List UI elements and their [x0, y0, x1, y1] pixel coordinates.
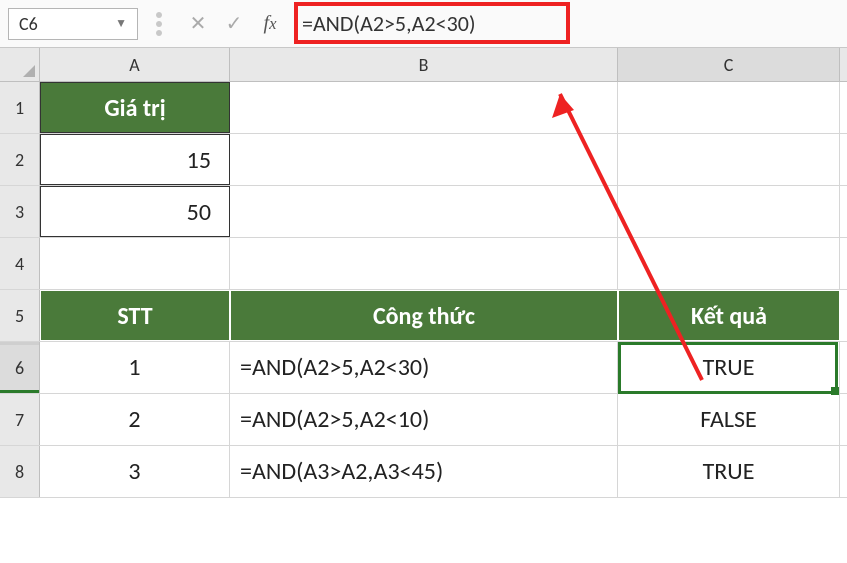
chevron-down-icon: ▼	[115, 8, 127, 40]
cell-B6[interactable]: =AND(A2>5,A2<30)	[230, 342, 618, 393]
cell-A8[interactable]: 3	[40, 446, 230, 497]
cell-B2[interactable]	[230, 134, 618, 185]
cell-B8[interactable]: =AND(A3>A2,A3<45)	[230, 446, 618, 497]
cell-A4[interactable]	[40, 238, 230, 289]
row-3: 3 50	[0, 186, 847, 238]
cell-B3[interactable]	[230, 186, 618, 237]
cell-C6[interactable]: TRUE	[618, 342, 840, 393]
cell-C5[interactable]: Kết quả	[618, 290, 840, 341]
fx-icon[interactable]: fx	[252, 8, 288, 40]
formula-bar-separator	[156, 21, 162, 27]
enter-icon[interactable]: ✓	[216, 8, 252, 40]
cell-C8[interactable]: TRUE	[618, 446, 840, 497]
cancel-icon[interactable]: ✕	[180, 8, 216, 40]
cell-B7[interactable]: =AND(A2>5,A2<10)	[230, 394, 618, 445]
row-1: 1 Giá trị	[0, 82, 847, 134]
cell-C4[interactable]	[618, 238, 840, 289]
column-header-A[interactable]: A	[40, 48, 230, 81]
column-headers: A B C	[0, 48, 847, 82]
cell-A3[interactable]: 50	[40, 186, 230, 237]
cell-A7[interactable]: 2	[40, 394, 230, 445]
row-6: 6 1 =AND(A2>5,A2<30) TRUE	[0, 342, 847, 394]
cell-B4[interactable]	[230, 238, 618, 289]
row-header-7[interactable]: 7	[0, 394, 40, 445]
cell-A5[interactable]: STT	[40, 290, 230, 341]
select-all-corner[interactable]	[0, 48, 40, 81]
row-header-3[interactable]: 3	[0, 186, 40, 237]
row-7: 7 2 =AND(A2>5,A2<10) FALSE	[0, 394, 847, 446]
name-box-value: C6	[19, 8, 38, 40]
row-header-4[interactable]: 4	[0, 238, 40, 289]
cell-B5[interactable]: Công thức	[230, 290, 618, 341]
row-5: 5 STT Công thức Kết quả	[0, 290, 847, 342]
column-header-B[interactable]: B	[230, 48, 618, 81]
cell-C2[interactable]	[618, 134, 840, 185]
formula-input[interactable]: =AND(A2>5,A2<30)	[294, 8, 837, 40]
spreadsheet: A B C 1 Giá trị 2 15 3 50 4 5 STT Công t…	[0, 48, 847, 498]
row-2: 2 15	[0, 134, 847, 186]
row-header-2[interactable]: 2	[0, 134, 40, 185]
column-header-C[interactable]: C	[618, 48, 840, 81]
row-4: 4	[0, 238, 847, 290]
row-header-5[interactable]: 5	[0, 290, 40, 341]
formula-input-wrap: =AND(A2>5,A2<30)	[294, 8, 837, 40]
row-header-8[interactable]: 8	[0, 446, 40, 497]
cell-C3[interactable]	[618, 186, 840, 237]
cell-A1[interactable]: Giá trị	[40, 82, 230, 133]
cell-C7[interactable]: FALSE	[618, 394, 840, 445]
name-box[interactable]: C6 ▼	[8, 8, 138, 40]
cell-A2[interactable]: 15	[40, 134, 230, 185]
cell-B1[interactable]	[230, 82, 618, 133]
row-8: 8 3 =AND(A3>A2,A3<45) TRUE	[0, 446, 847, 498]
formula-bar: C6 ▼ ✕ ✓ fx =AND(A2>5,A2<30)	[0, 0, 847, 48]
row-header-6[interactable]: 6	[0, 342, 40, 393]
cell-C1[interactable]	[618, 82, 840, 133]
cell-A6[interactable]: 1	[40, 342, 230, 393]
row-header-1[interactable]: 1	[0, 82, 40, 133]
